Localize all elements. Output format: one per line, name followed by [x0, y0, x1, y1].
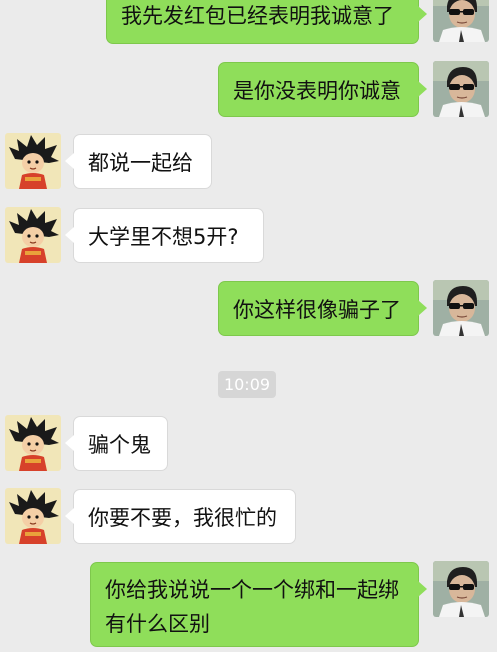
message-bubble-outgoing[interactable]: 我先发红包已经表明我诚意了 [106, 0, 427, 44]
avatar-self[interactable] [433, 61, 489, 117]
message-text: 大学里不想5开? [88, 225, 239, 249]
man-with-sunglasses-avatar-icon [433, 0, 489, 42]
message-bubble-incoming[interactable]: 大学里不想5开? [65, 208, 264, 263]
message-bubble-outgoing[interactable]: 你这样很像骗子了 [218, 281, 427, 336]
message-bubble-incoming[interactable]: 你要不要，我很忙的 [65, 489, 296, 544]
message-text: 都说一起给 [88, 151, 193, 175]
message-text: 我先发红包已经表明我诚意了 [121, 4, 394, 28]
cartoon-boy-avatar-icon [5, 207, 61, 263]
message-text: 骗个鬼 [88, 433, 151, 457]
avatar-self[interactable] [433, 561, 489, 617]
message-bubble-incoming[interactable]: 骗个鬼 [65, 416, 168, 471]
avatar-contact[interactable] [5, 488, 61, 544]
avatar-contact[interactable] [5, 415, 61, 471]
cartoon-boy-avatar-icon [5, 133, 61, 189]
cartoon-boy-avatar-icon [5, 415, 61, 471]
message-text: 你要不要，我很忙的 [88, 506, 277, 530]
message-bubble-incoming[interactable]: 都说一起给 [65, 134, 212, 189]
man-with-sunglasses-avatar-icon [433, 61, 489, 117]
avatar-self[interactable] [433, 280, 489, 336]
cartoon-boy-avatar-icon [5, 488, 61, 544]
message-bubble-outgoing[interactable]: 是你没表明你诚意 [218, 62, 427, 117]
avatar-contact[interactable] [5, 133, 61, 189]
man-with-sunglasses-avatar-icon [433, 561, 489, 617]
message-bubble-outgoing[interactable]: 你给我说说一个一个绑和一起绑有什么区别 [90, 562, 427, 647]
avatar-contact[interactable] [5, 207, 61, 263]
message-text: 你给我说说一个一个绑和一起绑有什么区别 [105, 578, 399, 636]
timestamp-divider: 10:09 [218, 371, 276, 398]
avatar-self[interactable] [433, 0, 489, 42]
man-with-sunglasses-avatar-icon [433, 280, 489, 336]
message-text: 你这样很像骗子了 [233, 298, 401, 322]
message-text: 是你没表明你诚意 [233, 79, 401, 103]
